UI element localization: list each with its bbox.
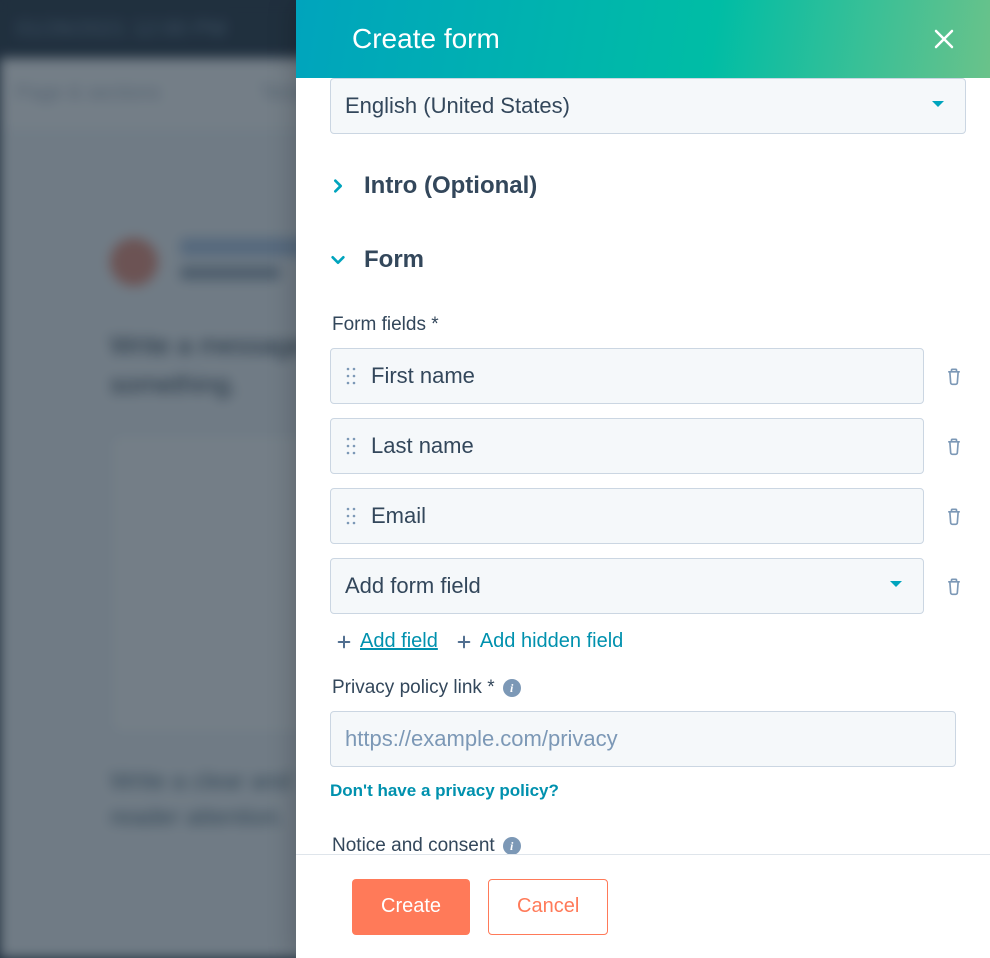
privacy-link-input[interactable] — [330, 711, 956, 767]
form-field-row: First name — [330, 348, 966, 404]
form-field-box[interactable]: Email — [330, 488, 924, 544]
panel-header: Create form — [296, 0, 990, 78]
section-form-label: Form — [364, 246, 424, 274]
chevron-right-icon — [330, 178, 346, 194]
add-form-field-select[interactable]: Add form field — [330, 558, 924, 614]
delete-field-button[interactable] — [942, 435, 966, 457]
form-field-box[interactable]: First name — [330, 348, 924, 404]
privacy-label: Privacy policy link * i — [332, 677, 966, 699]
create-form-panel: Create form English (United States) Intr… — [296, 0, 990, 958]
add-field-links-row: Add field Add hidden field — [336, 630, 966, 653]
chevron-down-icon — [330, 252, 346, 268]
panel-title: Create form — [352, 23, 500, 55]
language-select[interactable]: English (United States) — [330, 78, 966, 134]
plus-icon — [336, 634, 352, 650]
language-selected: English (United States) — [345, 93, 570, 119]
add-field-link[interactable]: Add field — [336, 630, 438, 653]
form-field-box[interactable]: Last name — [330, 418, 924, 474]
add-hidden-field-link[interactable]: Add hidden field — [456, 630, 623, 653]
create-button[interactable]: Create — [352, 879, 470, 935]
close-button[interactable] — [926, 21, 962, 57]
add-form-field-placeholder: Add form field — [345, 573, 481, 599]
drag-handle-icon[interactable] — [345, 506, 357, 526]
chevron-down-icon — [887, 573, 905, 599]
section-intro-toggle[interactable]: Intro (Optional) — [330, 162, 966, 216]
drag-handle-icon[interactable] — [345, 366, 357, 386]
form-fields-label: Form fields * — [332, 314, 966, 336]
form-field-name: First name — [371, 363, 475, 389]
form-field-row: Last name — [330, 418, 966, 474]
privacy-help-link[interactable]: Don't have a privacy policy? — [330, 781, 559, 801]
info-icon[interactable]: i — [503, 837, 521, 854]
trash-icon — [944, 575, 964, 597]
form-field-row: Email — [330, 488, 966, 544]
section-intro-label: Intro (Optional) — [364, 172, 537, 200]
plus-icon — [456, 634, 472, 650]
delete-field-button[interactable] — [942, 365, 966, 387]
form-field-name: Last name — [371, 433, 474, 459]
delete-field-button[interactable] — [942, 505, 966, 527]
chevron-down-icon — [929, 93, 947, 119]
trash-icon — [944, 435, 964, 457]
trash-icon — [944, 365, 964, 387]
form-field-name: Email — [371, 503, 426, 529]
drag-handle-icon[interactable] — [345, 436, 357, 456]
panel-body[interactable]: English (United States) Intro (Optional)… — [296, 78, 990, 854]
notice-consent-label-text: Notice and consent — [332, 835, 495, 854]
info-icon[interactable]: i — [503, 679, 521, 697]
notice-consent-label: Notice and consent i — [332, 835, 966, 854]
privacy-label-text: Privacy policy link * — [332, 677, 495, 699]
delete-field-button[interactable] — [942, 575, 966, 597]
add-hidden-field-link-text: Add hidden field — [480, 630, 623, 653]
add-form-field-row: Add form field — [330, 558, 966, 614]
panel-footer: Create Cancel — [296, 854, 990, 958]
cancel-button[interactable]: Cancel — [488, 879, 608, 935]
section-form-toggle[interactable]: Form — [330, 236, 966, 290]
trash-icon — [944, 505, 964, 527]
add-field-link-text: Add field — [360, 630, 438, 653]
close-icon — [932, 27, 956, 51]
